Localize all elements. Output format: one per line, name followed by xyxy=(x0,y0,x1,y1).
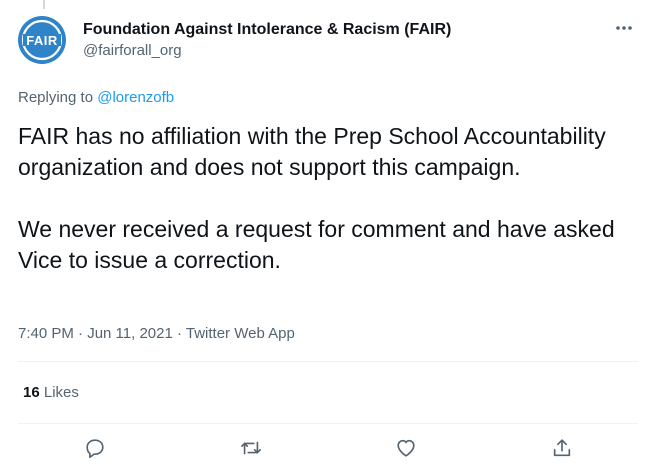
like-button[interactable] xyxy=(388,430,424,466)
likes-stat[interactable]: 16 Likes xyxy=(23,383,79,403)
more-dots-icon xyxy=(616,26,632,30)
reply-mention-link[interactable]: @lorenzofb xyxy=(97,89,174,106)
author-handle[interactable]: @fairforall_org xyxy=(83,41,451,61)
tweet-paragraph: We never received a request for comment … xyxy=(18,216,615,273)
tweet-timestamp[interactable]: 7:40 PM · Jun 11, 2021 · Twitter Web App xyxy=(18,324,295,344)
replying-to-prefix: Replying to xyxy=(18,89,94,106)
divider xyxy=(18,423,638,424)
avatar-logo-text: FAIR xyxy=(26,32,58,48)
likes-count: 16 xyxy=(23,384,40,401)
tweet-header: FAIR Foundation Against Intolerance & Ra… xyxy=(18,14,638,70)
heart-icon xyxy=(397,439,415,457)
tweet-actions xyxy=(18,430,638,466)
divider xyxy=(18,361,638,362)
replying-to: Replying to @lorenzofb xyxy=(18,88,174,108)
retweet-icon xyxy=(241,441,261,455)
likes-label: Likes xyxy=(43,384,79,401)
tweet-paragraph: FAIR has no affiliation with the Prep Sc… xyxy=(18,123,606,180)
reply-button[interactable] xyxy=(77,430,113,466)
more-options-button[interactable] xyxy=(610,14,638,42)
share-button[interactable] xyxy=(544,430,580,466)
tweet-text: FAIR has no affiliation with the Prep Sc… xyxy=(18,121,638,276)
retweet-button[interactable] xyxy=(233,430,269,466)
thread-connector-line xyxy=(43,0,45,9)
reply-icon xyxy=(86,439,104,459)
avatar[interactable]: FAIR xyxy=(18,16,66,64)
author-display-name[interactable]: Foundation Against Intolerance & Racism … xyxy=(83,20,451,40)
author-names: Foundation Against Intolerance & Racism … xyxy=(83,20,451,61)
share-icon xyxy=(553,439,571,457)
